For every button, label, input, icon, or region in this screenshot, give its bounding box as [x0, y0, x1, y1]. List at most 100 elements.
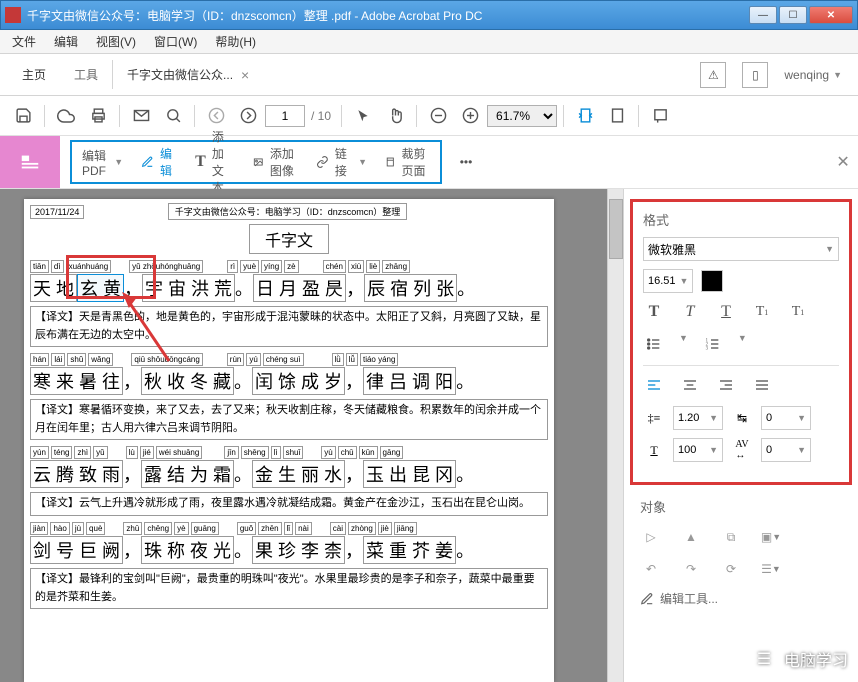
tab-home[interactable]: 主页: [8, 60, 60, 89]
add-text-button[interactable]: T 添加文本: [195, 128, 235, 196]
arrange-icon[interactable]: ▣ ▼: [760, 526, 782, 548]
link-button[interactable]: 链接▼: [316, 145, 367, 179]
watermark-text: 电脑学习: [784, 647, 848, 671]
align-justify-icon[interactable]: [751, 374, 773, 396]
replace-image-icon[interactable]: ⟳: [720, 558, 742, 580]
close-panel-icon[interactable]: ✕: [828, 136, 858, 188]
mobile-icon[interactable]: ▯: [742, 62, 768, 88]
menu-file[interactable]: 文件: [4, 31, 44, 52]
translation[interactable]: 【译文】云气上升遇冷就形成了雨，夜里露水遇冷就凝结成霜。黄金产在金沙江，玉石出在…: [30, 492, 548, 516]
indent-select[interactable]: 0▼: [761, 406, 811, 430]
font-color-picker[interactable]: [701, 270, 723, 292]
watermark-icon: ☰: [750, 645, 778, 673]
rotate-cw-icon[interactable]: ↷: [680, 558, 702, 580]
main-toolbar: / 10 61.7%: [0, 96, 858, 136]
tab-close-icon[interactable]: ×: [241, 67, 249, 83]
superscript-icon[interactable]: T1: [751, 301, 773, 323]
object-panel: 对象 ▷ ▲ ⧉ ▣ ▼ ↶ ↷ ⟳ ☰ ▼ 编辑工具...: [630, 497, 852, 607]
char-row: 寒 来 暑 往， 秋 收 冬 藏。 闰 馀 成 岁， 律 吕 调 阳。: [30, 367, 548, 395]
italic-icon[interactable]: T: [679, 301, 701, 323]
close-button[interactable]: ✕: [809, 6, 853, 24]
flip-vertical-icon[interactable]: ▲: [680, 526, 702, 548]
prev-page-icon[interactable]: [201, 101, 231, 131]
align-row: [643, 374, 839, 396]
fit-page-icon[interactable]: [602, 101, 632, 131]
numbered-list-icon[interactable]: 123: [702, 333, 724, 355]
notification-icon[interactable]: ⚠: [700, 62, 726, 88]
translation[interactable]: 【译文】最锋利的宝剑叫"巨阙"，最贵重的明珠叫"夜光"。水果里最珍贵的是李子和奈…: [30, 568, 548, 609]
edit-pdf-dropdown[interactable]: 编辑 PDF▼: [82, 147, 123, 178]
maximize-button[interactable]: ☐: [779, 6, 807, 24]
zoom-in-icon[interactable]: [455, 101, 485, 131]
align-objects-icon[interactable]: ☰ ▼: [760, 558, 782, 580]
bold-icon[interactable]: T: [643, 301, 665, 323]
annotate-icon[interactable]: [645, 101, 675, 131]
crop-button[interactable]: 裁剪页面: [385, 145, 430, 179]
edit-toolbar-wrap: 编辑 PDF▼ 编辑 T 添加文本 添加图像 链接▼ 裁剪页面 ••• ✕: [0, 136, 858, 189]
more-button[interactable]: •••: [452, 136, 481, 188]
subscript-icon[interactable]: T1: [787, 301, 809, 323]
save-icon[interactable]: [8, 101, 38, 131]
edit-mode-indicator: [0, 136, 60, 188]
menu-view[interactable]: 视图(V): [88, 31, 144, 52]
scrollbar-thumb[interactable]: [609, 199, 623, 259]
menu-bar: 文件 编辑 视图(V) 窗口(W) 帮助(H): [0, 30, 858, 54]
doc-date: 2017/11/24: [30, 205, 84, 219]
cursor-icon[interactable]: [348, 101, 378, 131]
flip-horizontal-icon[interactable]: ▷: [640, 526, 662, 548]
rotate-ccw-icon[interactable]: ↶: [640, 558, 662, 580]
line-spacing-icon: ‡≡: [643, 407, 665, 429]
underline-icon[interactable]: T: [715, 301, 737, 323]
cloud-icon[interactable]: [51, 101, 81, 131]
char-row: 云 腾 致 雨， 露 结 为 霜。 金 生 丽 水， 玉 出 昆 冈。: [30, 460, 548, 488]
horizontal-scale-select[interactable]: 100▼: [673, 438, 723, 462]
font-size-select[interactable]: 16.51▼: [643, 269, 693, 293]
edit-toolbar: 编辑 PDF▼ 编辑 T 添加文本 添加图像 链接▼ 裁剪页面: [70, 140, 442, 184]
line-spacing-select[interactable]: 1.20▼: [673, 406, 723, 430]
vertical-scrollbar[interactable]: [607, 189, 623, 682]
pinyin-row: hán lái shǔ wǎng qiū shōudōngcáng rùn yú…: [30, 353, 548, 366]
zoom-out-icon[interactable]: [423, 101, 453, 131]
align-center-icon[interactable]: [679, 374, 701, 396]
fit-width-icon[interactable]: [570, 101, 600, 131]
mail-icon[interactable]: [126, 101, 156, 131]
font-family-select[interactable]: 微软雅黑▼: [643, 237, 839, 261]
horizontal-scale-icon: T: [643, 439, 665, 461]
tab-bar: 主页 工具 千字文由微信公众... × ⚠ ▯ wenqing▼: [0, 54, 858, 96]
next-page-icon[interactable]: [233, 101, 263, 131]
search-icon[interactable]: [158, 101, 188, 131]
edit-tools-link[interactable]: 编辑工具...: [640, 590, 842, 607]
translation[interactable]: 【译文】寒暑循环变换，来了又去，去了又来；秋天收割庄稼，冬天储藏粮食。积累数年的…: [30, 399, 548, 440]
menu-edit[interactable]: 编辑: [46, 31, 86, 52]
tracking-select[interactable]: 0▼: [761, 438, 811, 462]
char-row: 剑 号 巨 阙， 珠 称 夜 光。 果 珍 李 柰， 菜 重 芥 姜。: [30, 536, 548, 564]
page-number-input[interactable]: [265, 105, 305, 127]
svg-text:3: 3: [706, 346, 709, 351]
format-heading: 格式: [643, 210, 839, 229]
right-panel: 格式 微软雅黑▼ 16.51▼ T T T T1 T1 ▼ 123 ▼: [623, 189, 858, 682]
align-right-icon[interactable]: [715, 374, 737, 396]
format-panel: 格式 微软雅黑▼ 16.51▼ T T T T1 T1 ▼ 123 ▼: [630, 199, 852, 485]
minimize-button[interactable]: —: [749, 6, 777, 24]
tab-doc-label: 千字文由微信公众...: [127, 66, 233, 83]
translation[interactable]: 【译文】天是青黑色的，地是黄色的，宇宙形成于混沌蒙昧的状态中。太阳正了又斜，月亮…: [30, 306, 548, 347]
tab-document[interactable]: 千字文由微信公众... ×: [112, 60, 259, 89]
watermark: ☰ 电脑学习: [750, 645, 848, 673]
zoom-select[interactable]: 61.7%: [487, 105, 557, 127]
menu-help[interactable]: 帮助(H): [207, 31, 264, 52]
doc-header: 千字文由微信公众号：电脑学习（ID：dnzscomcn）整理: [168, 203, 408, 220]
bullet-list-icon[interactable]: [643, 333, 665, 355]
app-icon: [5, 7, 21, 23]
crop-object-icon[interactable]: ⧉: [720, 526, 742, 548]
hand-icon[interactable]: [380, 101, 410, 131]
edit-button[interactable]: 编辑: [141, 145, 177, 179]
add-image-button[interactable]: 添加图像: [253, 145, 298, 179]
user-menu[interactable]: wenqing▼: [784, 68, 842, 82]
window-title: 千字文由微信公众号：电脑学习（ID：dnzscomcn）整理 .pdf - Ad…: [27, 7, 747, 24]
menu-window[interactable]: 窗口(W): [146, 31, 205, 52]
tab-tools[interactable]: 工具: [60, 60, 112, 89]
document-page: 2017/11/24 千字文由微信公众号：电脑学习（ID：dnzscomcn）整…: [24, 199, 554, 682]
align-left-icon[interactable]: [643, 374, 665, 396]
document-viewer[interactable]: 2017/11/24 千字文由微信公众号：电脑学习（ID：dnzscomcn）整…: [0, 189, 623, 682]
print-icon[interactable]: [83, 101, 113, 131]
